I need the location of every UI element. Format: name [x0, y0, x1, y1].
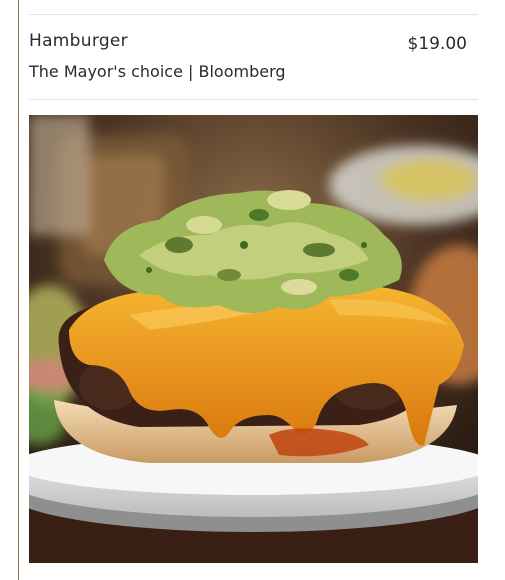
burger-illustration	[29, 115, 478, 563]
menu-page: Hamburger $19.00 The Mayor's choice | Bl…	[0, 0, 505, 580]
menu-item-name: Hamburger	[29, 31, 128, 51]
menu-item-description: The Mayor's choice | Bloomberg	[29, 62, 286, 81]
menu-item-photo[interactable]	[29, 115, 478, 563]
menu-item-price: $19.00	[407, 34, 467, 54]
divider-top	[29, 14, 478, 15]
divider-bottom	[29, 99, 478, 100]
left-border-rule	[18, 0, 19, 580]
